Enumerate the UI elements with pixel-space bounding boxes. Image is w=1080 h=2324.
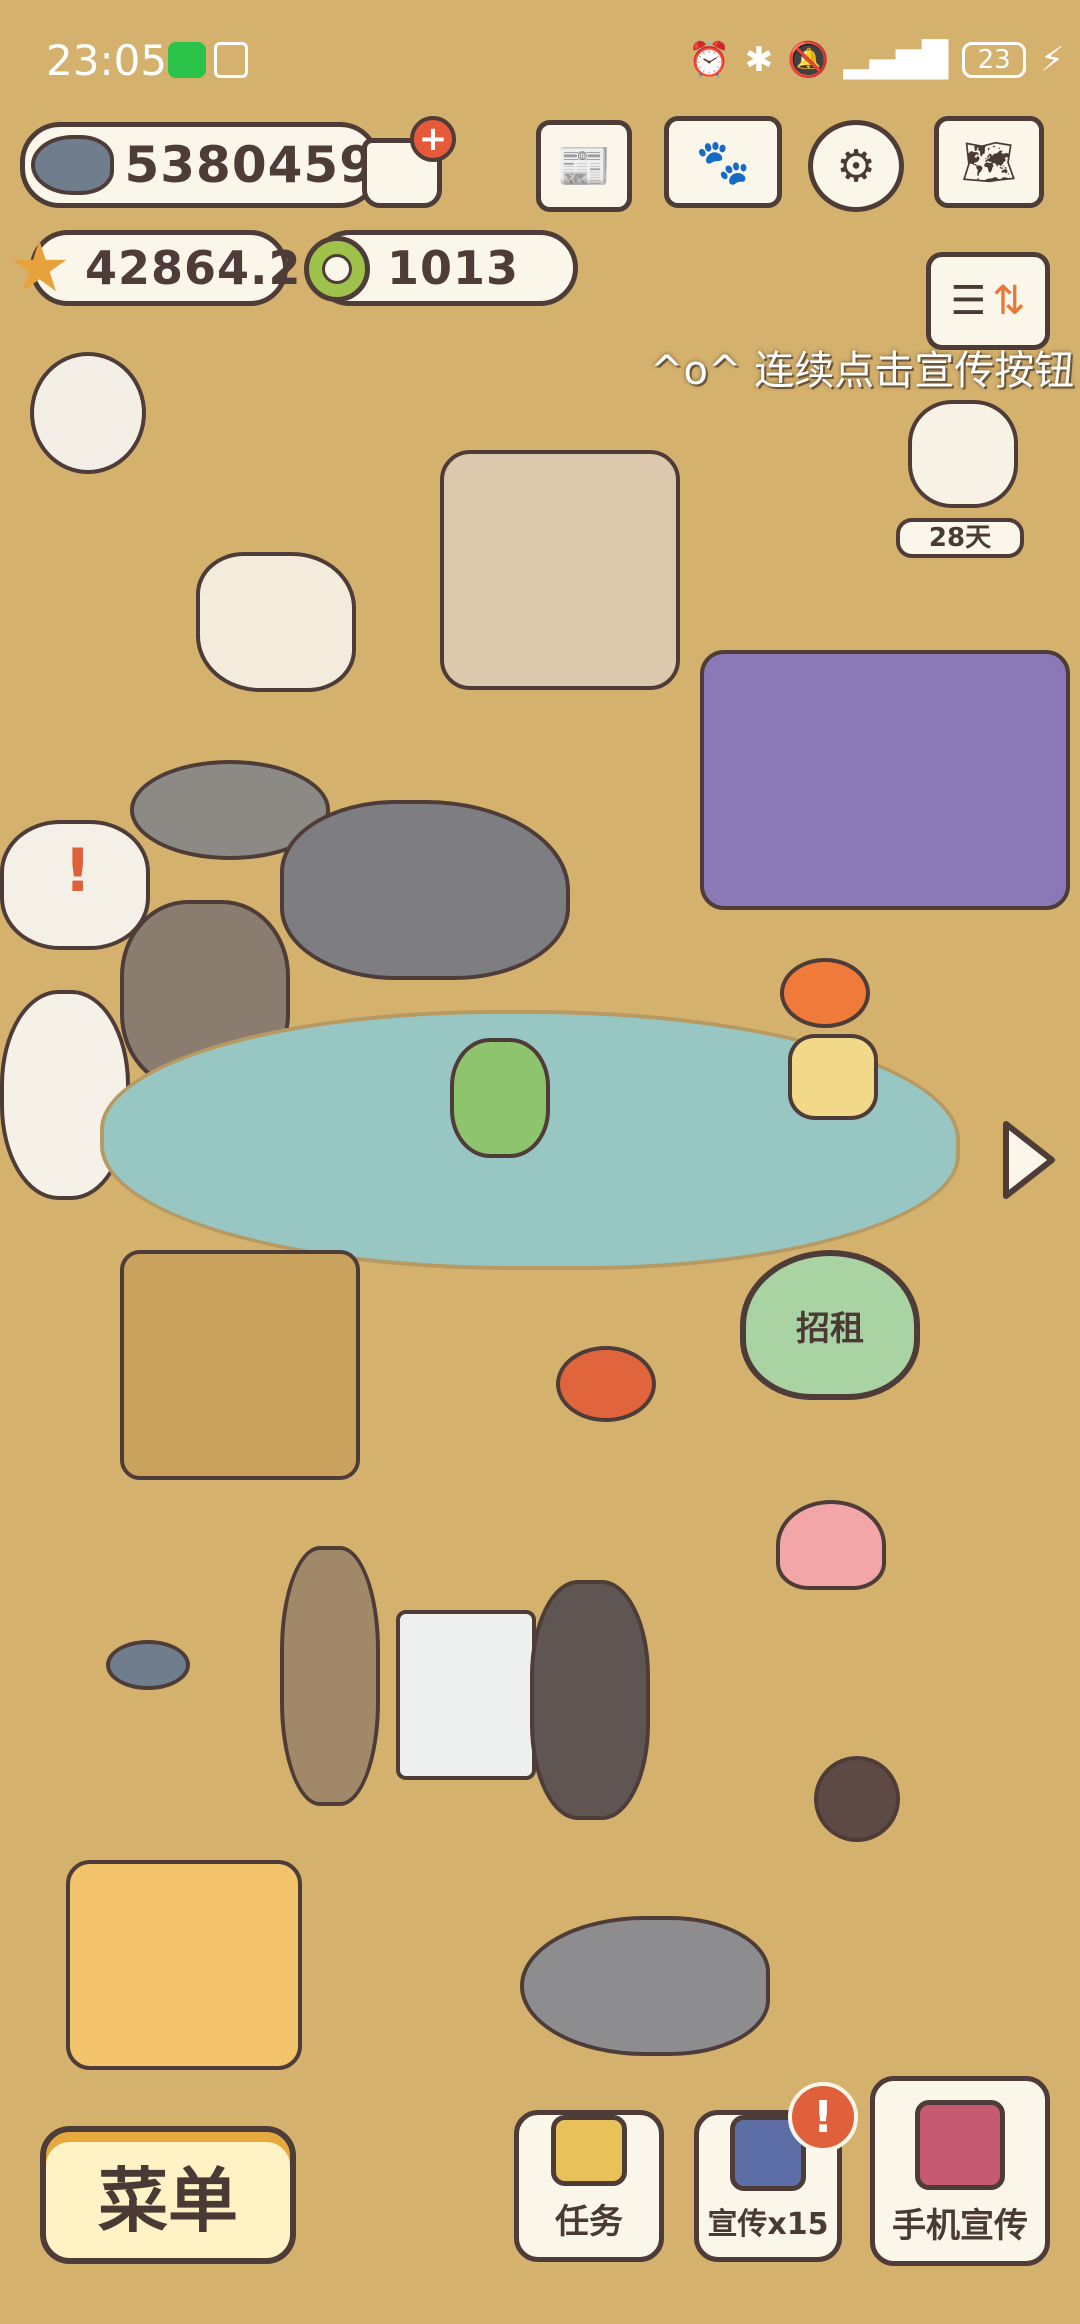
- star-amount: 42864.2: [85, 241, 302, 295]
- chevron-right-icon[interactable]: [996, 1118, 1060, 1202]
- star-icon: ★: [8, 226, 71, 308]
- frog-on-raft[interactable]: [450, 1038, 550, 1158]
- sushi-chef-stall[interactable]: [440, 450, 680, 690]
- visitor-days-badge: 28天: [896, 518, 1024, 558]
- alert-icon: !: [64, 836, 92, 906]
- fish-amount: 5380459: [124, 136, 375, 194]
- menu-button[interactable]: 菜单: [40, 2126, 296, 2264]
- paw-book-icon: 🐾: [695, 137, 751, 188]
- promo-alert-badge: !: [788, 2082, 858, 2152]
- jellyfish-critter[interactable]: [776, 1500, 886, 1590]
- system-icons: ⏰ ✱ 🔕 ▂▄▆█ 23 ⚡: [688, 36, 1064, 84]
- dropped-fish-icon[interactable]: [106, 1640, 190, 1690]
- sea-urchin-critter[interactable]: [814, 1756, 900, 1842]
- crab-critter[interactable]: [556, 1346, 656, 1422]
- fish-icon: [31, 135, 115, 195]
- shark-group[interactable]: [280, 800, 570, 980]
- sort-button[interactable]: ☰ ⇅: [926, 252, 1050, 350]
- promo-label: 宣传x15: [707, 2207, 829, 2242]
- settings-button[interactable]: ⚙: [808, 120, 904, 212]
- phone-promo-label: 手机宣传: [892, 2206, 1028, 2246]
- map-icon: 🗺: [961, 137, 1017, 188]
- status-bar: 23:05 ⏰ ✱ 🔕 ▂▄▆█ 23 ⚡: [0, 0, 1080, 120]
- tasks-label: 任务: [555, 2202, 623, 2242]
- alarm-icon: ⏰: [688, 40, 731, 80]
- newspaper-icon: 📰: [556, 141, 612, 192]
- status-time: 23:05: [46, 36, 168, 85]
- visitor-girl[interactable]: [908, 400, 1018, 508]
- collection-book-button[interactable]: 🐾: [664, 116, 782, 208]
- wechat-icon: [168, 42, 206, 78]
- map-button[interactable]: 🗺: [934, 116, 1044, 208]
- phone-promo-icon: [915, 2100, 1005, 2190]
- aquarium-decoration[interactable]: [66, 1860, 302, 2070]
- for-rent-sign[interactable]: 招租: [740, 1250, 920, 1400]
- menu-label: 菜单: [98, 2159, 238, 2242]
- gear-icon: ⚙: [836, 140, 876, 192]
- shark-critter[interactable]: [520, 1916, 770, 2056]
- battery-level: 23: [977, 45, 1011, 75]
- clownfish-critter[interactable]: [780, 958, 870, 1028]
- sort-icon: ⇅: [992, 278, 1026, 324]
- newspaper-button[interactable]: 📰: [536, 120, 632, 212]
- promo-marquee: ^o^ 连续点击宣传按钮: [650, 348, 1075, 394]
- list-icon: ☰: [950, 278, 987, 324]
- charging-icon: ⚡: [1040, 40, 1064, 80]
- nfc-icon: [214, 42, 248, 78]
- ring-amount: 1013: [387, 241, 520, 295]
- checkbox-icon: [551, 2115, 627, 2186]
- ghost-critter[interactable]: [196, 552, 356, 692]
- potion-carriage[interactable]: [700, 650, 1070, 910]
- player-avatar[interactable]: [30, 352, 146, 474]
- phone-promo-button[interactable]: 手机宣传: [870, 2076, 1050, 2266]
- ring-icon: [304, 236, 370, 302]
- painter-bear[interactable]: [530, 1580, 650, 1820]
- signal-icon: ▂▄▆█: [843, 40, 949, 80]
- bluetooth-icon: ✱: [744, 40, 774, 80]
- for-rent-label: 招租: [796, 1308, 864, 1349]
- tasks-button[interactable]: 任务: [514, 2110, 664, 2262]
- otter-grill-stall[interactable]: [120, 1250, 360, 1480]
- battery-icon: 23: [962, 42, 1027, 78]
- mute-icon: 🔕: [787, 40, 830, 80]
- easel-painting[interactable]: [396, 1610, 536, 1780]
- rabbit-critter[interactable]: [280, 1546, 380, 1806]
- pancake-stack[interactable]: [788, 1034, 878, 1120]
- fish-currency: 5380459: [20, 122, 380, 208]
- plus-icon[interactable]: +: [410, 116, 456, 162]
